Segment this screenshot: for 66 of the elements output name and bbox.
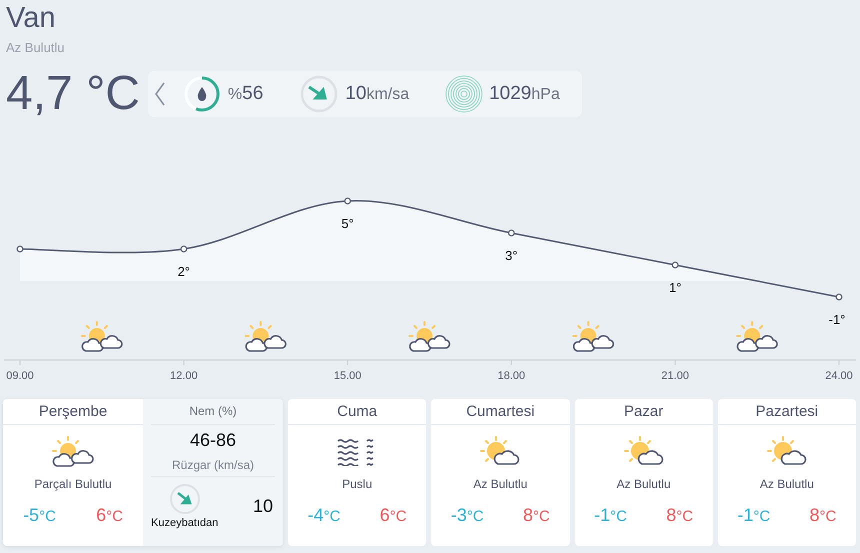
partly-cloudy-icon (480, 436, 520, 468)
humidity-range: 46-86 (190, 429, 236, 452)
data-point (836, 294, 842, 300)
high-temperature: 8°C (523, 505, 550, 526)
partly-cloudy-icon (624, 436, 664, 468)
low-temperature: -1°C (737, 505, 770, 526)
wind-speed: 10km/sa (345, 83, 410, 105)
data-point (344, 198, 351, 204)
current-temperature: 4,7 °C (6, 66, 140, 122)
temperature-label: 3° (505, 248, 518, 263)
temperature-label: 1° (668, 280, 682, 295)
data-point (672, 262, 679, 268)
day-condition: Az Bulutlu (760, 477, 814, 491)
pressure-value: 1029hPa (489, 83, 560, 105)
time-label: 21.00 (661, 370, 689, 382)
time-label: 09.00 (6, 370, 34, 382)
day-condition: Az Bulutlu (473, 477, 528, 491)
temperature-label: 2° (178, 264, 190, 279)
day-name: Cumartesi (431, 399, 570, 425)
wind-direction-icon (168, 483, 201, 515)
data-point (180, 246, 188, 252)
partly-cloudy-icon (50, 436, 96, 468)
day-name: Pazar (574, 399, 713, 425)
humidity-value: %56 (228, 83, 264, 105)
day-name: Cuma (288, 399, 426, 425)
humidity-gauge (182, 74, 222, 114)
low-temperature: -1°C (594, 505, 627, 526)
day-card[interactable]: Pazar Az Bulutlu -1°C 8°C (574, 399, 713, 546)
day-name: Pazartesi (718, 399, 856, 425)
day-card[interactable]: Perşembe Parçalı Bulutlu -5°C 6°C Nem (%) 46-86 Rüzgar (km/sa) Kuzeybatıdan 10 (3, 399, 283, 546)
day-card[interactable]: Pazartesi Az Bulutlu -1°C 8°C (718, 399, 856, 546)
time-label: 15.00 (334, 370, 362, 382)
day-condition: Parçalı Bulutlu (34, 477, 112, 491)
time-label: 24.00 (825, 370, 853, 382)
partly-cloudy-icon (766, 436, 807, 468)
pressure-icon (445, 75, 484, 113)
wind-direction-icon (299, 74, 340, 114)
city-name: Van (6, 1, 56, 36)
data-point (508, 230, 515, 236)
partly-cloudy-icon (82, 322, 122, 351)
day-card[interactable]: Cuma Puslu -4°C 6°C (288, 399, 426, 546)
time-label: 12.00 (170, 370, 198, 382)
chevron-left-icon[interactable] (154, 82, 166, 106)
wind-direction: Kuzeybatıdan (151, 517, 218, 529)
day-condition: Az Bulutlu (616, 477, 671, 491)
high-temperature: 8°C (810, 505, 836, 526)
high-temperature: 6°C (380, 505, 407, 526)
condition-text: Az Bulutlu (6, 39, 66, 57)
low-temperature: -3°C (450, 505, 484, 526)
wind-label: Rüzgar (km/sa) (151, 454, 275, 477)
humidity-label: Nem (%) (151, 399, 275, 425)
data-point (16, 246, 24, 252)
partly-cloudy-icon (410, 322, 450, 351)
temperature-label: -1° (828, 312, 846, 327)
partly-cloudy-icon (737, 322, 778, 351)
low-temperature: -4°C (308, 505, 340, 526)
high-temperature: 8°C (666, 505, 694, 526)
time-label: 18.00 (498, 370, 526, 382)
day-card[interactable]: Cumartesi Az Bulutlu -3°C 8°C (431, 399, 570, 546)
low-temperature: -5°C (23, 505, 56, 526)
partly-cloudy-icon (573, 322, 614, 351)
temperature-label: 5° (341, 216, 354, 231)
day-condition: Puslu (342, 477, 372, 491)
partly-cloudy-icon (246, 322, 286, 351)
high-temperature: 6°C (96, 505, 123, 526)
wind-speed-value: 10 (252, 496, 273, 516)
